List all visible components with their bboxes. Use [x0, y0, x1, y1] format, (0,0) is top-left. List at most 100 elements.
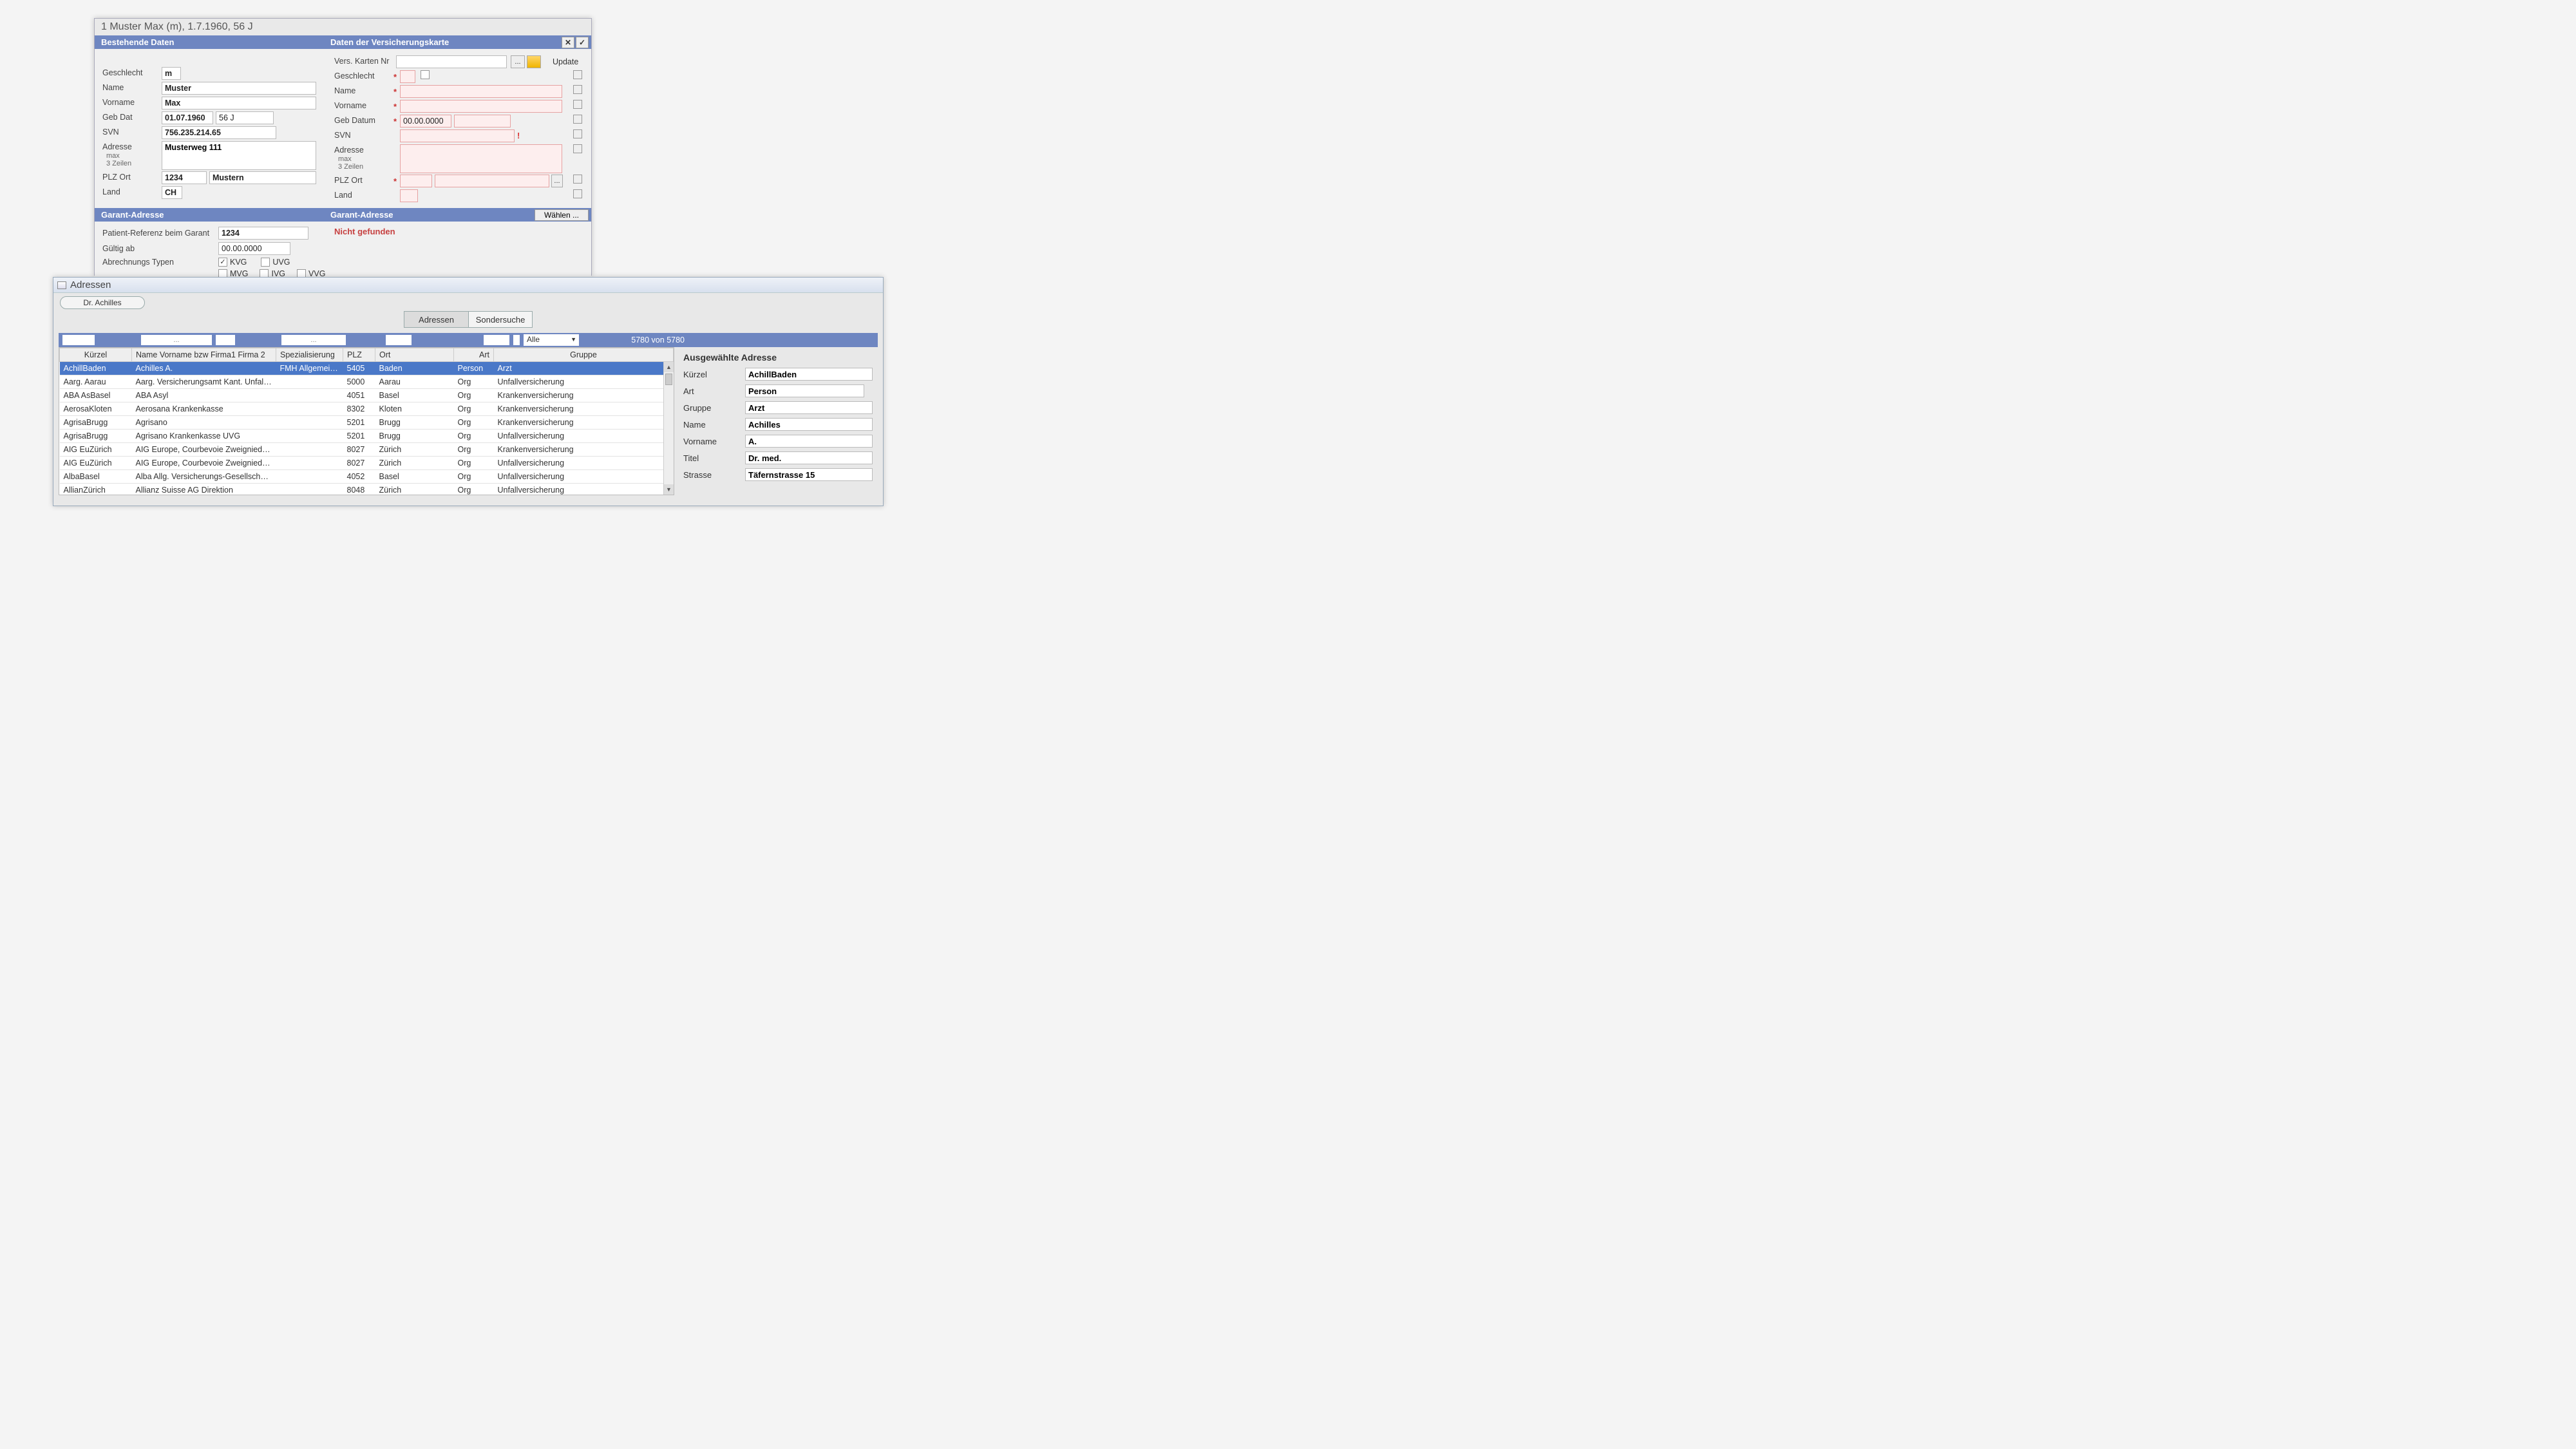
existing-data-panel: Geschlecht Name Vorname Geb Dat S	[95, 49, 327, 208]
input-geschlecht[interactable]	[162, 67, 181, 80]
th-kuerzel[interactable]: Kürzel	[60, 348, 132, 362]
sync-checkbox-vorname[interactable]	[573, 100, 582, 109]
grid-scrollbar[interactable]: ▲ ▼	[663, 362, 674, 495]
sync-checkbox-adresse[interactable]	[573, 144, 582, 153]
detail-titel[interactable]	[745, 451, 873, 464]
input-vorname-r[interactable]	[400, 100, 562, 113]
sync-checkbox-geschlecht[interactable]	[573, 70, 582, 79]
label-geschlecht-r: Geschlecht	[334, 70, 393, 81]
context-pill[interactable]: Dr. Achilles	[60, 296, 145, 309]
close-button[interactable]: ✕	[562, 37, 574, 48]
label-svn-r: SVN	[334, 129, 393, 140]
label-patient-ref: Patient-Referenz beim Garant	[102, 229, 218, 238]
input-gebdat[interactable]	[162, 111, 213, 124]
card-data-panel: Vers. Karten Nr ... Update Geschlecht *	[327, 49, 591, 208]
input-gueltig[interactable]	[218, 242, 290, 255]
input-gebdat-r[interactable]	[400, 115, 451, 128]
sync-checkbox-land[interactable]	[573, 189, 582, 198]
input-svn[interactable]	[162, 126, 276, 139]
filter-input-2[interactable]	[141, 335, 212, 345]
input-adresse-r[interactable]	[400, 144, 562, 173]
label-plzort: PLZ Ort	[102, 171, 162, 182]
table-row[interactable]: AchillBadenAchilles A.FMH Allgemeine ...…	[60, 362, 674, 375]
sync-checkbox-plzort[interactable]	[573, 175, 582, 184]
input-plz-r[interactable]	[400, 175, 432, 187]
filter-input-7[interactable]	[513, 335, 520, 345]
th-plz[interactable]: PLZ	[343, 348, 375, 362]
input-age[interactable]	[216, 111, 274, 124]
section-title-left: Bestehende Daten	[101, 37, 174, 47]
table-row[interactable]: ABA AsBaselABA Asyl4051BaselOrgKrankenve…	[60, 389, 674, 402]
input-geschlecht-r[interactable]	[400, 70, 415, 83]
label-plzort-r: PLZ Ort	[334, 175, 393, 185]
notfound-label: Nicht gefunden	[334, 227, 583, 236]
confirm-button[interactable]: ✓	[576, 37, 589, 48]
th-name[interactable]: Name Vorname bzw Firma1 Firma 2	[132, 348, 276, 362]
filter-input-1[interactable]	[62, 335, 95, 345]
th-spez[interactable]: Spezialisierung	[276, 348, 343, 362]
scroll-thumb[interactable]	[665, 374, 672, 385]
browse-button[interactable]: ...	[511, 55, 525, 68]
detail-gruppe[interactable]	[745, 401, 873, 414]
th-gruppe[interactable]: Gruppe	[494, 348, 674, 362]
input-svn-r[interactable]	[400, 129, 515, 142]
checkbox-kvg[interactable]	[218, 258, 227, 267]
input-ort[interactable]	[209, 171, 316, 184]
input-patient-ref[interactable]	[218, 227, 308, 240]
tab-adressen[interactable]: Adressen	[404, 311, 468, 328]
sync-checkbox-gebdat[interactable]	[573, 115, 582, 124]
lookup-plz-button[interactable]: ...	[551, 175, 563, 187]
th-ort[interactable]: Ort	[375, 348, 454, 362]
checkbox-uvg[interactable]	[261, 258, 270, 267]
detail-kuerzel[interactable]	[745, 368, 873, 381]
address-title: Adressen	[70, 279, 111, 290]
label-land: Land	[102, 186, 162, 197]
label-gueltig: Gültig ab	[102, 244, 218, 253]
table-row[interactable]: AIG EuZürichAIG Europe, Courbevoie Zweig…	[60, 443, 674, 457]
garant-header-bar: Garant-Adresse Garant-Adresse Wählen ...	[95, 208, 591, 222]
label-svn: SVN	[102, 126, 162, 137]
filter-input-6[interactable]	[484, 335, 509, 345]
tab-sondersuche[interactable]: Sondersuche	[468, 311, 533, 328]
input-age-r[interactable]	[454, 115, 511, 128]
label-kartennr: Vers. Karten Nr	[334, 55, 396, 66]
table-row[interactable]: AlbaBaselAlba Allg. Versicherungs-Gesell…	[60, 470, 674, 484]
th-art[interactable]: Art	[454, 348, 494, 362]
input-name[interactable]	[162, 82, 316, 95]
update-label: Update	[553, 55, 578, 66]
table-row[interactable]: AgrisaBruggAgrisano Krankenkasse UVG5201…	[60, 430, 674, 443]
choose-button[interactable]: Wählen ...	[535, 209, 589, 221]
input-adresse[interactable]	[162, 141, 316, 170]
window-icon	[57, 281, 66, 289]
detail-name[interactable]	[745, 418, 873, 431]
input-kartennr[interactable]	[396, 55, 507, 68]
scroll-up-icon[interactable]: ▲	[664, 362, 674, 372]
table-row[interactable]: AIG EuZürichAIG Europe, Courbevoie Zweig…	[60, 457, 674, 470]
scroll-down-icon[interactable]: ▼	[664, 484, 674, 495]
input-name-r[interactable]	[400, 85, 562, 98]
selected-address-panel: Ausgewählte Adresse Kürzel Art Gruppe Na…	[678, 347, 878, 495]
input-vorname[interactable]	[162, 97, 316, 109]
warning-icon: !	[517, 129, 520, 140]
filter-select-alle[interactable]: Alle	[524, 334, 579, 346]
input-plz[interactable]	[162, 171, 207, 184]
checkbox-geschlecht[interactable]	[421, 70, 430, 79]
table-row[interactable]: AerosaKlotenAerosana Krankenkasse8302Klo…	[60, 402, 674, 416]
patient-data-window: 1 Muster Max (m), 1.7.1960, 56 J Bestehe…	[94, 18, 592, 276]
detail-strasse[interactable]	[745, 468, 873, 481]
card-read-icon[interactable]	[527, 55, 541, 68]
table-row[interactable]: AllianZürichAllianz Suisse AG Direktion8…	[60, 484, 674, 496]
input-land[interactable]	[162, 186, 182, 199]
filter-input-5[interactable]	[386, 335, 412, 345]
sync-checkbox-svn[interactable]	[573, 129, 582, 138]
input-land-r[interactable]	[400, 189, 418, 202]
sync-checkbox-name[interactable]	[573, 85, 582, 94]
address-grid: Kürzel Name Vorname bzw Firma1 Firma 2 S…	[59, 347, 674, 495]
detail-art[interactable]	[745, 384, 864, 397]
input-ort-r[interactable]	[435, 175, 549, 187]
detail-vorname[interactable]	[745, 435, 873, 448]
table-row[interactable]: Aarg. AarauAarg. Versicherungsamt Kant. …	[60, 375, 674, 389]
table-row[interactable]: AgrisaBruggAgrisano5201BruggOrgKrankenve…	[60, 416, 674, 430]
filter-input-3[interactable]	[216, 335, 235, 345]
filter-input-4[interactable]	[281, 335, 346, 345]
